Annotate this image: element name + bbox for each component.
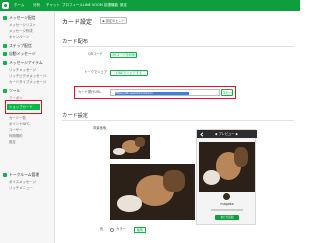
divider [62, 120, 294, 121]
preview-text-line [211, 209, 243, 211]
card-preview: ◆ プレビュー ◆ magaka 友だち追加 [196, 129, 257, 225]
back-arrow-icon [200, 131, 205, 137]
auto-reply-icon [3, 51, 7, 56]
tools-icon [3, 88, 7, 93]
sidebar-section-items[interactable]: メッセージアイテム [0, 59, 55, 66]
step-icon [3, 43, 7, 48]
background-image-crop[interactable] [110, 164, 195, 220]
line-logo-icon [2, 2, 9, 9]
edit-color-button[interactable]: 編集 [134, 226, 146, 233]
highlight-box-sidebar [5, 100, 42, 114]
nav-voom[interactable]: LINE VOOM [83, 1, 103, 9]
sidebar-section-step[interactable]: ステップ配信 [0, 42, 55, 49]
talk-room-icon [3, 172, 7, 177]
nav-extensions[interactable]: 拡張機能 [104, 1, 118, 9]
qr-print-button[interactable]: QRコードを印刷 [110, 52, 137, 58]
color-option-label: カラー [116, 227, 126, 231]
preview-image [199, 142, 255, 192]
sidebar-section-auto[interactable]: 自動メッセージ [0, 50, 55, 57]
sidebar-item-settings[interactable]: 設定 [9, 139, 16, 145]
nav-profile[interactable]: プロフィール [62, 1, 83, 9]
nav-analytics[interactable]: 分析 [33, 1, 40, 9]
line-share-button[interactable]: LINEでシェアする [110, 70, 148, 76]
sidebar: メッセージ配信 メッセージリスト メッセージ作成 キャンペーン ステップ配信 自… [0, 11, 55, 243]
preview-header: ◆ プレビュー ◆ [197, 130, 257, 138]
share-label: トークでシェア [84, 70, 108, 74]
preview-add-friend-button: 友だち追加 [215, 215, 239, 220]
highlight-box-url [74, 86, 236, 99]
qr-code-label: QRコード [88, 52, 103, 56]
sidebar-item-card-message[interactable]: カードタイプメッセージ [9, 79, 46, 85]
message-icon [3, 15, 7, 20]
color-label: 色 [100, 227, 104, 231]
sidebar-section-talk[interactable]: トークルーム管理 [0, 171, 55, 178]
avatar [222, 192, 231, 201]
preview-account-name: magaka [220, 202, 234, 206]
sidebar-item-campaign[interactable]: キャンペーン [9, 34, 29, 40]
nav-home[interactable]: ホーム [14, 1, 24, 9]
nav-chat[interactable]: チャット [46, 1, 60, 9]
page-title: カード設定 [62, 19, 93, 26]
sidebar-item-rich-menu[interactable]: リッチメニュー [9, 185, 33, 191]
color-radio[interactable] [110, 227, 114, 232]
sidebar-section-messages[interactable]: メッセージ配信 [0, 14, 55, 21]
section-title-issue: カード配布 [62, 39, 88, 45]
help-button[interactable]: ◆ 設定のヒント [100, 17, 127, 24]
top-nav-bar: ホーム 分析 チャット プロフィール LINE VOOM 拡張機能 設定 [0, 0, 300, 11]
nav-settings[interactable]: 設定 [120, 1, 127, 9]
items-icon [3, 60, 7, 65]
sidebar-section-tools[interactable]: ツール [0, 87, 55, 94]
background-image-label: 背景画像 [93, 126, 107, 130]
background-image-thumbnail[interactable] [110, 135, 150, 159]
divider [62, 46, 294, 47]
section-title-settings: カード設定 [62, 113, 88, 119]
